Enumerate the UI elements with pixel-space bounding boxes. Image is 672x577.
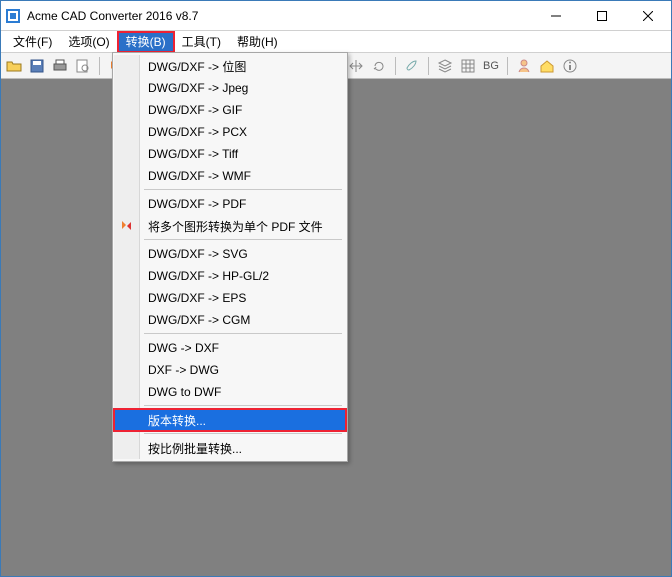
dd-to-eps[interactable]: DWG/DXF -> EPS [114, 287, 346, 309]
dd-label: DWG/DXF -> PDF [148, 197, 246, 211]
dd-to-jpeg[interactable]: DWG/DXF -> Jpeg [114, 77, 346, 99]
menu-convert[interactable]: 转换(B) [118, 32, 174, 52]
menu-options[interactable]: 选项(O) [60, 32, 117, 52]
dd-label: DWG/DXF -> PCX [148, 125, 247, 139]
dd-to-bitmap[interactable]: DWG/DXF -> 位图 [114, 55, 346, 77]
dd-label: DXF -> DWG [148, 363, 219, 377]
dd-label: DWG/DXF -> WMF [148, 169, 251, 183]
pan-icon[interactable] [347, 57, 365, 75]
home-icon[interactable] [538, 57, 556, 75]
app-icon [5, 8, 21, 24]
app-window: Acme CAD Converter 2016 v8.7 文件(F) 选项(O)… [0, 0, 672, 577]
dd-label: DWG to DWF [148, 385, 221, 399]
window-title: Acme CAD Converter 2016 v8.7 [27, 9, 533, 23]
dd-to-tiff[interactable]: DWG/DXF -> Tiff [114, 143, 346, 165]
dd-label: DWG/DXF -> 位图 [148, 58, 246, 75]
maximize-button[interactable] [579, 1, 625, 31]
info-icon[interactable] [561, 57, 579, 75]
pdf-merge-icon [119, 218, 135, 234]
dd-label: 版本转换... [148, 412, 206, 429]
toolbar-separator [99, 57, 100, 75]
dd-to-pdf[interactable]: DWG/DXF -> PDF [114, 193, 346, 215]
dd-merge-pdf[interactable]: 将多个图形转换为单个 PDF 文件 [114, 215, 346, 237]
menu-tools[interactable]: 工具(T) [174, 32, 229, 52]
open-icon[interactable] [5, 57, 23, 75]
dd-label: 将多个图形转换为单个 PDF 文件 [148, 218, 323, 235]
convert-dropdown: DWG/DXF -> 位图 DWG/DXF -> Jpeg DWG/DXF ->… [112, 52, 348, 462]
dd-dwg-to-dwf[interactable]: DWG to DWF [114, 381, 346, 403]
user-icon[interactable] [515, 57, 533, 75]
menu-file[interactable]: 文件(F) [5, 32, 60, 52]
grid-icon[interactable] [459, 57, 477, 75]
toolbar-separator [428, 57, 429, 75]
minimize-button[interactable] [533, 1, 579, 31]
dd-to-hpgl2[interactable]: DWG/DXF -> HP-GL/2 [114, 265, 346, 287]
dd-label: DWG/DXF -> SVG [148, 247, 248, 261]
save-icon[interactable] [28, 57, 46, 75]
dd-to-cgm[interactable]: DWG/DXF -> CGM [114, 309, 346, 331]
rotate-icon[interactable] [370, 57, 388, 75]
dd-label: 按比例批量转换... [148, 440, 242, 457]
menubar: 文件(F) 选项(O) 转换(B) 工具(T) 帮助(H) [1, 31, 671, 53]
dd-label: DWG/DXF -> Tiff [148, 147, 238, 161]
dd-label: DWG/DXF -> Jpeg [148, 81, 248, 95]
dd-batch-scale-convert[interactable]: 按比例批量转换... [114, 437, 346, 459]
dd-label: DWG -> DXF [148, 341, 219, 355]
dd-to-wmf[interactable]: DWG/DXF -> WMF [114, 165, 346, 187]
toolbar-separator [395, 57, 396, 75]
dd-label: DWG/DXF -> HP-GL/2 [148, 269, 269, 283]
layers-icon[interactable] [436, 57, 454, 75]
color-icon[interactable] [403, 57, 421, 75]
dd-label: DWG/DXF -> GIF [148, 103, 242, 117]
toolbar-separator [507, 57, 508, 75]
background-button[interactable]: BG [482, 57, 500, 75]
dd-dwg-to-dxf[interactable]: DWG -> DXF [114, 337, 346, 359]
dd-dxf-to-dwg[interactable]: DXF -> DWG [114, 359, 346, 381]
dd-label: DWG/DXF -> EPS [148, 291, 246, 305]
menu-help[interactable]: 帮助(H) [229, 32, 286, 52]
dd-version-convert[interactable]: 版本转换... [114, 409, 346, 431]
preview-icon[interactable] [74, 57, 92, 75]
dd-to-svg[interactable]: DWG/DXF -> SVG [114, 243, 346, 265]
close-button[interactable] [625, 1, 671, 31]
dd-to-pcx[interactable]: DWG/DXF -> PCX [114, 121, 346, 143]
dd-to-gif[interactable]: DWG/DXF -> GIF [114, 99, 346, 121]
titlebar: Acme CAD Converter 2016 v8.7 [1, 1, 671, 31]
dd-label: DWG/DXF -> CGM [148, 313, 250, 327]
print-icon[interactable] [51, 57, 69, 75]
